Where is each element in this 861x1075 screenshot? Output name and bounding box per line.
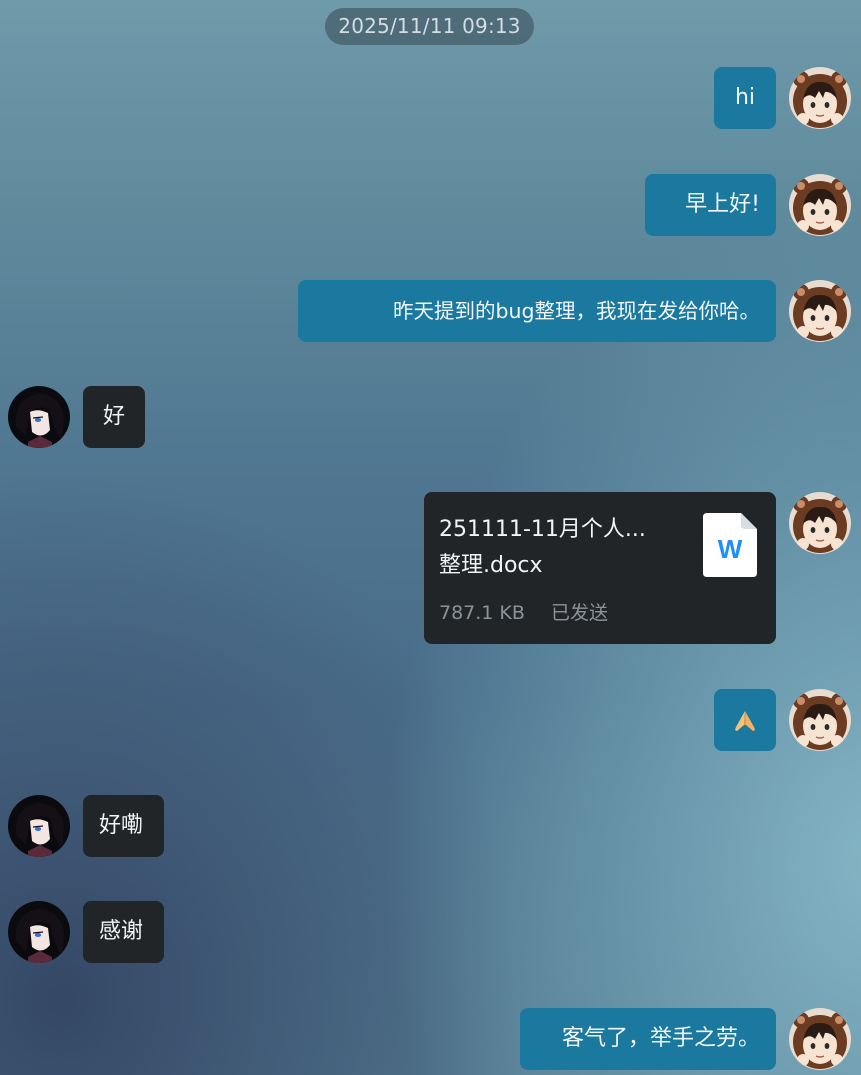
message-text: 感谢 [99,919,144,944]
my-avatar[interactable] [789,492,851,554]
my-avatar[interactable] [789,67,851,129]
my-avatar[interactable] [789,1008,851,1070]
contact-avatar[interactable] [8,795,70,857]
message-bubble-received[interactable]: 感谢 [83,901,164,963]
my-avatar[interactable] [789,280,851,342]
file-name: 251111-11月个人... 整理.docx [439,512,689,584]
message-bubble-sent[interactable] [714,689,776,751]
message-text: 客气了，举手之劳。 [561,1026,760,1051]
file-size: 787.1 KB [439,602,525,624]
timestamp-divider: 2025/11/11 09:13 [325,8,534,45]
contact-avatar[interactable] [8,901,70,963]
file-meta: 787.1 KB 已发送 [439,598,608,625]
folded-hands-emoji [731,689,759,751]
message-bubble-received[interactable]: 好嘞 [83,795,164,857]
message-text: 昨天提到的bug整理，我现在发给你哈。 [392,299,760,323]
message-text: hi [734,85,756,110]
file-name-line-1: 251111-11月个人... [439,517,646,542]
file-attachment-card[interactable]: 251111-11月个人... 整理.docx W 787.1 KB 已发送 [424,492,776,644]
file-status: 已发送 [550,602,608,624]
word-doc-icon: W [703,513,757,577]
message-text: 早上好! [685,192,760,217]
message-bubble-sent[interactable]: 昨天提到的bug整理，我现在发给你哈。 [298,280,776,342]
message-bubble-sent[interactable]: hi [714,67,776,129]
message-bubble-sent[interactable]: 客气了，举手之劳。 [520,1008,776,1070]
message-bubble-received[interactable]: 好 [83,386,145,448]
message-text: 好嘞 [99,813,144,838]
message-bubble-sent[interactable]: 早上好! [645,174,776,236]
my-avatar[interactable] [789,174,851,236]
file-name-line-2: 整理.docx [439,553,543,578]
message-text: 好 [102,404,125,429]
word-icon-letter: W [718,534,743,564]
contact-avatar[interactable] [8,386,70,448]
my-avatar[interactable] [789,689,851,751]
